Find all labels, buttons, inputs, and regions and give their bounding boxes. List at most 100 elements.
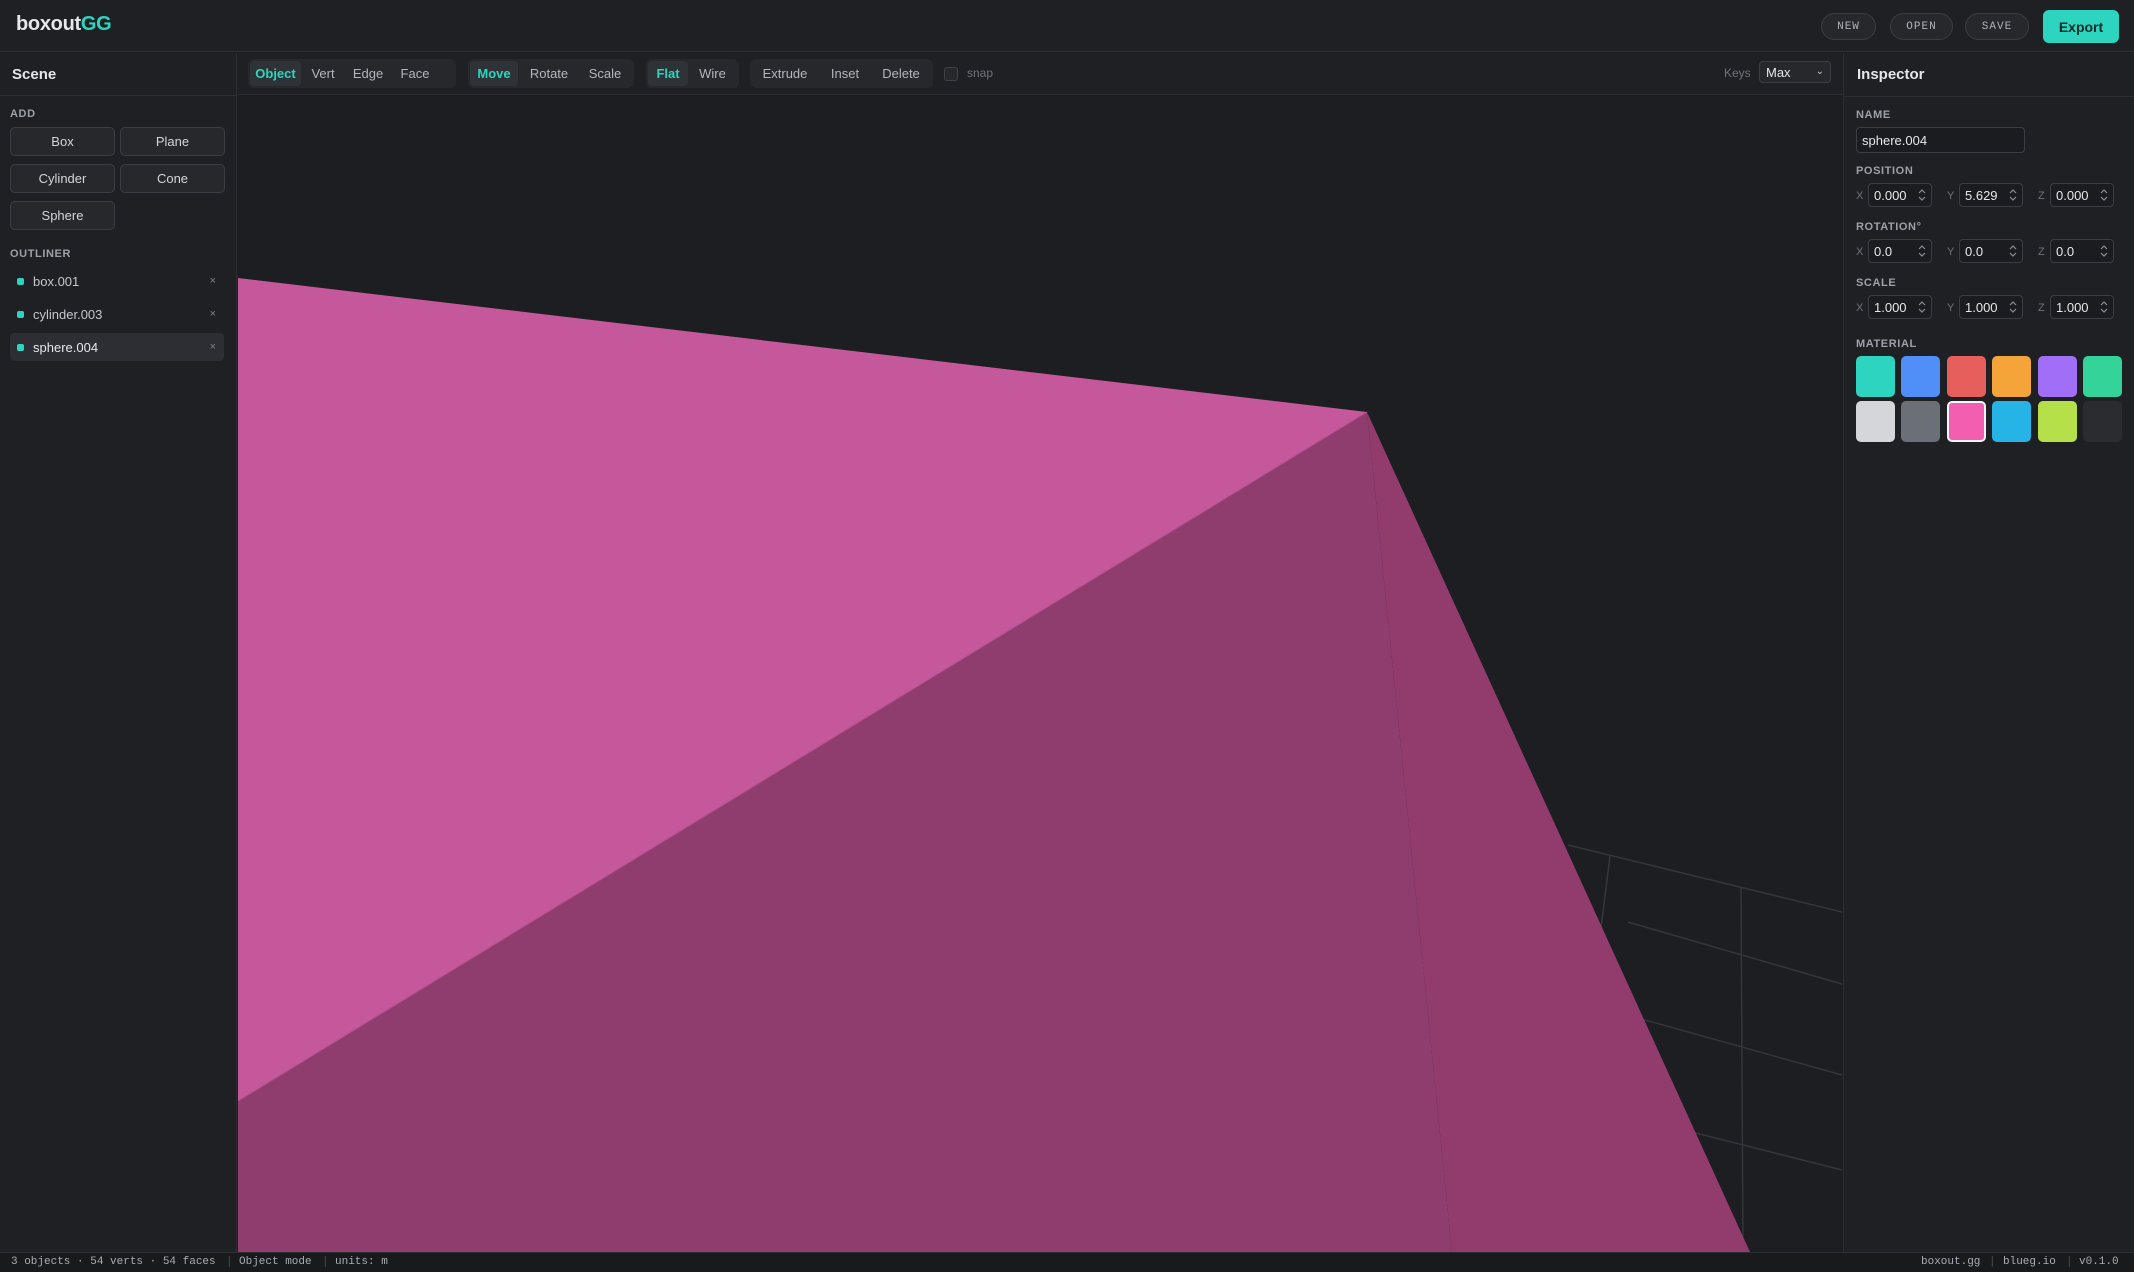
keys-label: Keys <box>1724 66 1751 80</box>
scene-title: Scene <box>12 66 57 83</box>
position-z-value: 0.000 <box>2056 187 2089 203</box>
stepper-icon[interactable] <box>2008 299 2018 315</box>
outliner-section-label: OUTLINER <box>10 248 72 260</box>
site-link[interactable]: boxout.gg <box>1921 1256 1980 1268</box>
mode-vert[interactable]: Vert <box>303 61 343 86</box>
position-x-field[interactable]: 0.000 <box>1868 183 1932 207</box>
object-name-input[interactable]: sphere.004 <box>1856 127 2025 153</box>
rotation-x-value: 0.0 <box>1874 243 1893 259</box>
remove-object-icon[interactable]: × <box>210 341 216 353</box>
outliner-item-cylinder[interactable]: cylinder.003 × <box>10 300 224 328</box>
object-color-icon <box>17 343 24 351</box>
axis-z-label: Z <box>2038 246 2045 258</box>
extrude-button[interactable]: Extrude <box>752 61 818 86</box>
mode-object[interactable]: Object <box>250 61 301 86</box>
material-swatch[interactable] <box>1901 401 1941 442</box>
export-button[interactable]: Export <box>2043 10 2119 43</box>
add-box-button[interactable]: Box <box>10 127 115 156</box>
add-sphere-button[interactable]: Sphere <box>10 201 115 230</box>
add-cone-button[interactable]: Cone <box>120 164 225 193</box>
stepper-icon[interactable] <box>2099 299 2109 315</box>
stepper-icon[interactable] <box>2099 187 2109 203</box>
status-separator: | <box>1989 1256 1996 1268</box>
axis-z-label: Z <box>2038 302 2045 314</box>
remove-object-icon[interactable]: × <box>210 275 216 287</box>
toolbar: Object Vert Edge Face Move Rotate Scale … <box>238 53 1842 95</box>
status-separator: | <box>226 1256 233 1268</box>
add-cylinder-button[interactable]: Cylinder <box>10 164 115 193</box>
material-swatch[interactable] <box>2083 401 2122 442</box>
select-mode-group: Object Vert Edge Face <box>248 59 456 88</box>
shading-flat[interactable]: Flat <box>648 61 688 86</box>
status-separator: | <box>2066 1256 2073 1268</box>
position-y-field[interactable]: 5.629 <box>1959 183 2023 207</box>
stepper-icon[interactable] <box>1917 299 1927 315</box>
stepper-icon[interactable] <box>2008 243 2018 259</box>
stepper-icon[interactable] <box>2099 243 2109 259</box>
material-swatch[interactable] <box>2037 401 2077 442</box>
keys-select[interactable]: Max ⌄ <box>1759 61 1831 83</box>
new-button[interactable]: NEW <box>1821 13 1876 40</box>
rotation-z-field[interactable]: 0.0 <box>2050 239 2114 263</box>
rotation-y-value: 0.0 <box>1965 243 1984 259</box>
outliner-item-sphere[interactable]: sphere.004 × <box>10 333 224 361</box>
material-swatch[interactable] <box>2037 356 2077 397</box>
shading-mode-group: Flat Wire <box>646 59 739 88</box>
snap-label: snap <box>967 66 994 80</box>
outliner-item-label: box.001 <box>33 273 80 289</box>
axis-x-label: X <box>1856 302 1864 314</box>
remove-object-icon[interactable]: × <box>210 308 216 320</box>
axis-z-label: Z <box>2038 190 2045 202</box>
stepper-icon[interactable] <box>1917 187 1927 203</box>
axis-y-label: Y <box>1947 190 1955 202</box>
mode-face[interactable]: Face <box>393 61 437 86</box>
position-y-value: 5.629 <box>1965 187 1998 203</box>
outliner-item-label: sphere.004 <box>33 339 99 355</box>
tool-rotate[interactable]: Rotate <box>520 61 578 86</box>
material-swatch[interactable] <box>1856 356 1895 397</box>
snap-checkbox[interactable] <box>944 67 958 81</box>
scale-y-field[interactable]: 1.000 <box>1959 295 2023 319</box>
mode-edge[interactable]: Edge <box>345 61 391 86</box>
material-swatch[interactable] <box>1901 356 1941 397</box>
shading-wire[interactable]: Wire <box>690 61 735 86</box>
position-z-field[interactable]: 0.000 <box>2050 183 2114 207</box>
status-separator: | <box>322 1256 329 1268</box>
material-swatch[interactable] <box>1946 401 1986 442</box>
axis-y-label: Y <box>1947 246 1955 258</box>
stepper-icon[interactable] <box>1917 243 1927 259</box>
add-plane-button[interactable]: Plane <box>120 127 225 156</box>
inspector-header: Inspector <box>1844 53 2134 97</box>
material-swatch[interactable] <box>2083 356 2122 397</box>
stepper-icon[interactable] <box>2008 187 2018 203</box>
inspector-title: Inspector <box>1857 66 1925 83</box>
save-button[interactable]: SAVE <box>1965 13 2029 40</box>
material-swatch[interactable] <box>1992 401 2032 442</box>
scale-x-field[interactable]: 1.000 <box>1868 295 1932 319</box>
app-logo: boxoutGG <box>16 13 112 36</box>
rotation-x-field[interactable]: 0.0 <box>1868 239 1932 263</box>
status-bar: 3 objects · 54 verts · 54 faces | Object… <box>0 1252 2134 1272</box>
axis-x-label: X <box>1856 246 1864 258</box>
divider <box>0 95 237 96</box>
material-swatch[interactable] <box>1856 401 1895 442</box>
material-swatch[interactable] <box>1946 356 1986 397</box>
inset-button[interactable]: Inset <box>820 61 870 86</box>
material-label: MATERIAL <box>1856 338 1917 350</box>
position-label: POSITION <box>1856 165 1914 177</box>
scale-z-field[interactable]: 1.000 <box>2050 295 2114 319</box>
open-button[interactable]: OPEN <box>1890 13 1953 40</box>
domain-link[interactable]: blueg.io <box>2003 1256 2056 1268</box>
delete-button[interactable]: Delete <box>872 61 930 86</box>
mesh-ops-group: Extrude Inset Delete <box>750 59 933 88</box>
material-swatch[interactable] <box>1992 356 2032 397</box>
tool-move[interactable]: Move <box>470 61 518 86</box>
tool-scale[interactable]: Scale <box>580 61 630 86</box>
viewport-canvas[interactable] <box>238 96 1842 1252</box>
scene-stats: 3 objects · 54 verts · 54 faces <box>11 1256 216 1268</box>
outliner-item-box[interactable]: box.001 × <box>10 267 224 295</box>
scale-y-value: 1.000 <box>1965 299 1998 315</box>
top-bar: boxoutGG NEW OPEN SAVE Export <box>0 0 2134 52</box>
rotation-y-field[interactable]: 0.0 <box>1959 239 2023 263</box>
viewport-3d[interactable] <box>238 96 1842 1252</box>
